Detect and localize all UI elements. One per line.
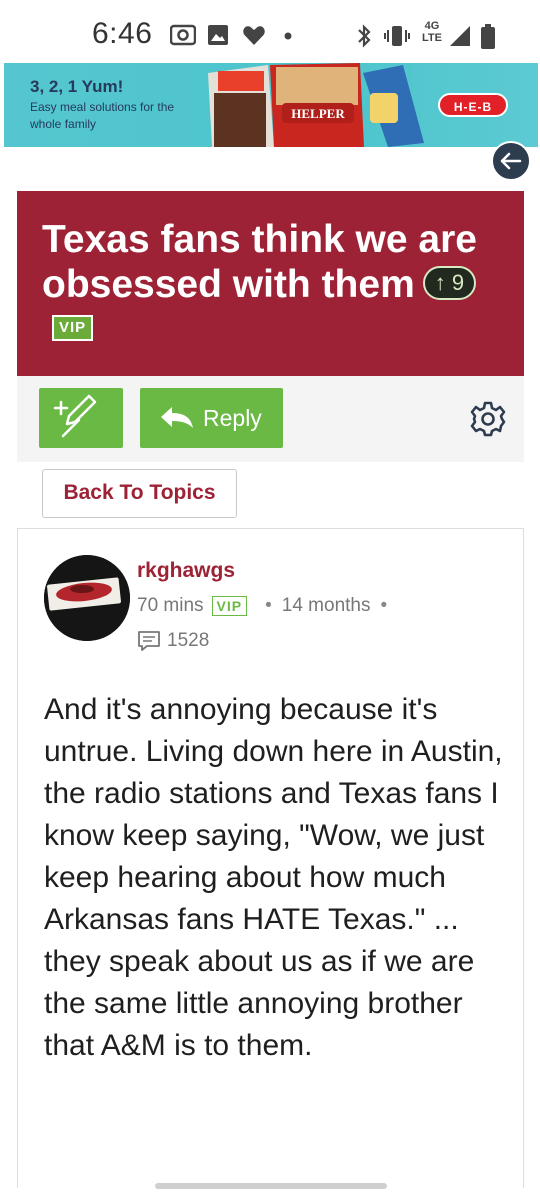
separator-dot: • <box>265 595 272 616</box>
avatar[interactable] <box>44 555 130 641</box>
reply-button[interactable]: Reply <box>140 388 283 448</box>
post-body: And it's annoying because it's untrue. L… <box>44 693 503 1062</box>
author-post-count: 1528 <box>137 630 209 652</box>
home-indicator[interactable] <box>155 1183 387 1189</box>
up-arrow-icon: ↑ <box>434 269 446 295</box>
new-post-button[interactable] <box>39 388 123 448</box>
member-duration: 14 months <box>281 595 371 616</box>
ad-banner[interactable]: 3, 2, 1 Yum! Easy meal solutions for the… <box>4 63 538 147</box>
ad-product-label: HELPER <box>291 106 345 121</box>
post-card: rkghawgs 70 mins VIP • 14 months • 1528 And … <box>17 528 524 1188</box>
avatar-image <box>44 555 130 641</box>
cast-icon <box>170 24 196 46</box>
image-icon <box>208 25 228 45</box>
ad-subtitle: Easy meal solutions for the whole family <box>30 100 175 131</box>
comment-icon <box>138 631 160 651</box>
gear-icon <box>470 401 506 437</box>
topic-title-text: Texas fans think we are obsessed with th… <box>42 218 477 306</box>
post-time: 70 mins <box>137 595 204 616</box>
reply-label: Reply <box>203 405 262 431</box>
settings-button[interactable] <box>469 400 507 438</box>
vote-count: 9 <box>451 269 465 295</box>
heart-icon <box>243 26 265 45</box>
back-button[interactable] <box>491 141 531 181</box>
topic-header: Texas fans think we are obsessed with th… <box>17 191 524 376</box>
reply-arrow-icon <box>161 407 193 428</box>
battery-icon <box>481 24 495 49</box>
separator-dot: • <box>380 595 388 616</box>
topic-toolbar: Reply <box>17 376 524 462</box>
signal-icon <box>450 26 470 46</box>
upvote-badge[interactable]: ↑ 9 <box>422 265 477 300</box>
vip-badge: VIP <box>52 314 94 341</box>
network-label: 4G LTE <box>422 20 442 44</box>
ad-title: 3, 2, 1 Yum! <box>30 77 124 96</box>
status-bar: 6:46 4G LTE <box>0 0 540 62</box>
back-to-topics-button[interactable]: Back To Topics <box>42 469 237 518</box>
heb-logo: H-E-B <box>438 93 508 117</box>
post-meta: 70 mins VIP • 14 months • <box>137 595 397 617</box>
post-count-value: 1528 <box>167 630 210 652</box>
topic-title: Texas fans think we are obsessed with th… <box>42 217 512 352</box>
author-vip-badge: VIP <box>211 596 248 616</box>
status-time: 6:46 <box>92 17 153 50</box>
dot-icon <box>284 32 292 40</box>
vibrate-icon <box>384 26 410 46</box>
ad-product-image: HELPER <box>208 63 424 147</box>
new-post-icon <box>53 394 97 438</box>
bluetooth-icon <box>358 24 371 48</box>
post-author[interactable]: rkghawgs <box>137 559 235 583</box>
arrow-left-icon <box>500 152 522 170</box>
